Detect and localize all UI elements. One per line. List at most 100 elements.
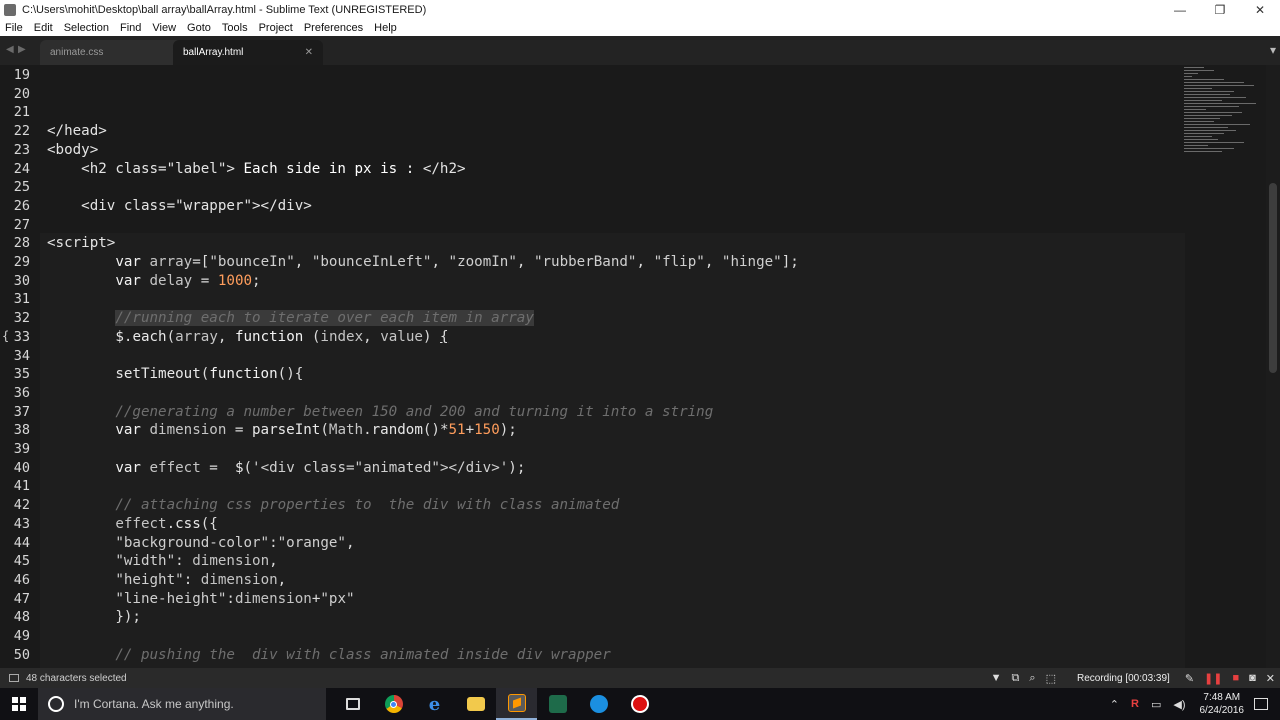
line-number: 43 — [13, 515, 30, 532]
start-button[interactable] — [0, 688, 38, 720]
panel-toggle-icon[interactable] — [9, 674, 19, 682]
taskbar-chrome[interactable] — [373, 688, 414, 720]
taskbar-recorder[interactable] — [619, 688, 660, 720]
code-line[interactable]: "background-color":"orange", — [47, 534, 1177, 553]
code-line[interactable] — [47, 384, 1177, 403]
tray-app-icon[interactable]: R — [1131, 698, 1139, 710]
tab-close-icon[interactable]: ✕ — [305, 47, 313, 58]
code-line[interactable]: <body> — [47, 141, 1177, 160]
menu-project[interactable]: Project — [259, 22, 293, 34]
tab-nav-right-icon[interactable]: ▶ — [18, 44, 26, 55]
minimap-line — [1184, 76, 1192, 77]
system-tray: ⌃ R ▭ ◀) 7:48 AM 6/24/2016 — [1104, 688, 1280, 720]
code-line[interactable] — [47, 347, 1177, 366]
code-line[interactable]: //generating a number between 150 and 20… — [47, 403, 1177, 422]
code-line[interactable]: <div class="wrapper"></div> — [47, 197, 1177, 216]
code-line[interactable]: var array=["bounceIn", "bounceInLeft", "… — [47, 253, 1177, 272]
windows-icon[interactable]: ⧉ — [1012, 672, 1020, 685]
camera-icon[interactable]: ◙ — [1249, 672, 1256, 684]
code-line[interactable] — [47, 85, 1177, 104]
code-line[interactable] — [47, 66, 1177, 85]
recorder-toolbar: ▼ ⧉ ⌕ ⬚ Recording [00:03:39] ✎ ❚❚ ■ ◙ ✕ — [986, 668, 1280, 688]
dropdown-arrow-icon[interactable]: ▼ — [991, 672, 1002, 684]
menu-tools[interactable]: Tools — [222, 22, 248, 34]
taskbar-app-green[interactable] — [537, 688, 578, 720]
code-line[interactable]: var effect = $('<div class="animated"></… — [47, 459, 1177, 478]
notification-icon[interactable] — [1254, 698, 1268, 710]
menu-edit[interactable]: Edit — [34, 22, 53, 34]
network-icon[interactable]: ▭ — [1151, 698, 1161, 711]
minimize-button[interactable]: — — [1160, 0, 1200, 19]
tray-expand-icon[interactable]: ⌃ — [1110, 698, 1119, 711]
tab-ballarray-html[interactable]: ballArray.html ✕ — [173, 40, 323, 65]
code-line[interactable] — [47, 103, 1177, 122]
code-line[interactable]: </head> — [47, 122, 1177, 141]
code-line[interactable] — [47, 290, 1177, 309]
line-number: 32 — [13, 310, 30, 327]
minimap-line — [1184, 124, 1250, 125]
code-line[interactable]: //running each to iterate over each item… — [47, 309, 1177, 328]
green-app-icon — [548, 695, 567, 713]
code-line[interactable] — [47, 178, 1177, 197]
line-number: 24 — [13, 160, 30, 177]
code-line[interactable]: "height": dimension, — [47, 571, 1177, 590]
code-line[interactable] — [47, 627, 1177, 646]
line-number: 46 — [13, 571, 30, 588]
recorder-close-icon[interactable]: ✕ — [1266, 672, 1275, 685]
taskbar-app-blue[interactable] — [578, 688, 619, 720]
task-view-button[interactable] — [332, 688, 373, 720]
cortana-search-box[interactable]: I'm Cortana. Ask me anything. — [38, 688, 326, 720]
menu-preferences[interactable]: Preferences — [304, 22, 363, 34]
pen-icon[interactable]: ✎ — [1185, 672, 1194, 685]
line-number: 20 — [13, 85, 30, 102]
code-line[interactable]: var delay = 1000; — [47, 272, 1177, 291]
menu-goto[interactable]: Goto — [187, 22, 211, 34]
fold-marker-icon[interactable]: { — [2, 329, 9, 343]
code-line[interactable] — [47, 216, 1177, 235]
status-bar: 48 characters selected ▼ ⧉ ⌕ ⬚ Recording… — [0, 668, 1280, 688]
code-line[interactable]: $.each(array, function (index, value) { — [47, 328, 1177, 347]
zoom-icon[interactable]: ⌕ — [1029, 672, 1035, 685]
volume-icon[interactable]: ◀) — [1173, 698, 1185, 711]
code-line[interactable]: <h2 class="label"> Each side in px is : … — [47, 160, 1177, 179]
line-number: 50 — [13, 646, 30, 663]
tab-animate-css[interactable]: animate.css ✕ — [40, 40, 190, 65]
code-line[interactable]: <script> — [47, 234, 1177, 253]
vertical-scrollbar[interactable] — [1266, 65, 1280, 668]
screen-select-icon[interactable]: ⬚ — [1046, 672, 1056, 685]
maximize-button[interactable]: ❐ — [1200, 0, 1240, 19]
taskbar-file-explorer[interactable] — [455, 688, 496, 720]
menu-selection[interactable]: Selection — [64, 22, 109, 34]
close-window-button[interactable]: ✕ — [1240, 0, 1280, 19]
scrollbar-thumb[interactable] — [1269, 183, 1277, 373]
line-number: 35 — [13, 366, 30, 383]
code-line[interactable]: // pushing the div with class animated i… — [47, 646, 1177, 665]
code-line[interactable]: "width": dimension, — [47, 552, 1177, 571]
line-number: 26 — [13, 197, 30, 214]
code-line[interactable]: effect.css({ — [47, 515, 1177, 534]
line-number: 45 — [13, 553, 30, 570]
code-line[interactable]: // attaching css properties to the div w… — [47, 496, 1177, 515]
code-editor[interactable]: 19 20 21 22 23 24 25 26 27 28 29 30 31 32 33 34 35 36 37 38… — [0, 65, 1280, 668]
code-line[interactable] — [47, 477, 1177, 496]
minimap-line — [1184, 67, 1204, 68]
code-line[interactable]: var dimension = parseInt(Math.random()*5… — [47, 421, 1177, 440]
code-line[interactable]: "line-height":dimension+"px" — [47, 590, 1177, 609]
tab-dropdown-icon[interactable]: ▾ — [1270, 43, 1276, 57]
clock[interactable]: 7:48 AM 6/24/2016 — [1200, 691, 1245, 717]
menu-find[interactable]: Find — [120, 22, 141, 34]
minimap-line — [1184, 94, 1230, 95]
code-line[interactable]: setTimeout(function(){ — [47, 365, 1177, 384]
code-line[interactable]: }); — [47, 608, 1177, 627]
menu-help[interactable]: Help — [374, 22, 397, 34]
menu-file[interactable]: File — [5, 22, 23, 34]
taskbar-edge[interactable]: e — [414, 688, 455, 720]
code-line[interactable] — [47, 440, 1177, 459]
minimap[interactable] — [1182, 65, 1264, 165]
taskbar-sublime[interactable] — [496, 688, 537, 720]
windows-logo-icon — [12, 697, 26, 711]
stop-icon[interactable]: ■ — [1232, 672, 1239, 684]
pause-icon[interactable]: ❚❚ — [1204, 672, 1222, 685]
tab-nav-left-icon[interactable]: ◀ — [6, 44, 14, 55]
menu-view[interactable]: View — [152, 22, 176, 34]
